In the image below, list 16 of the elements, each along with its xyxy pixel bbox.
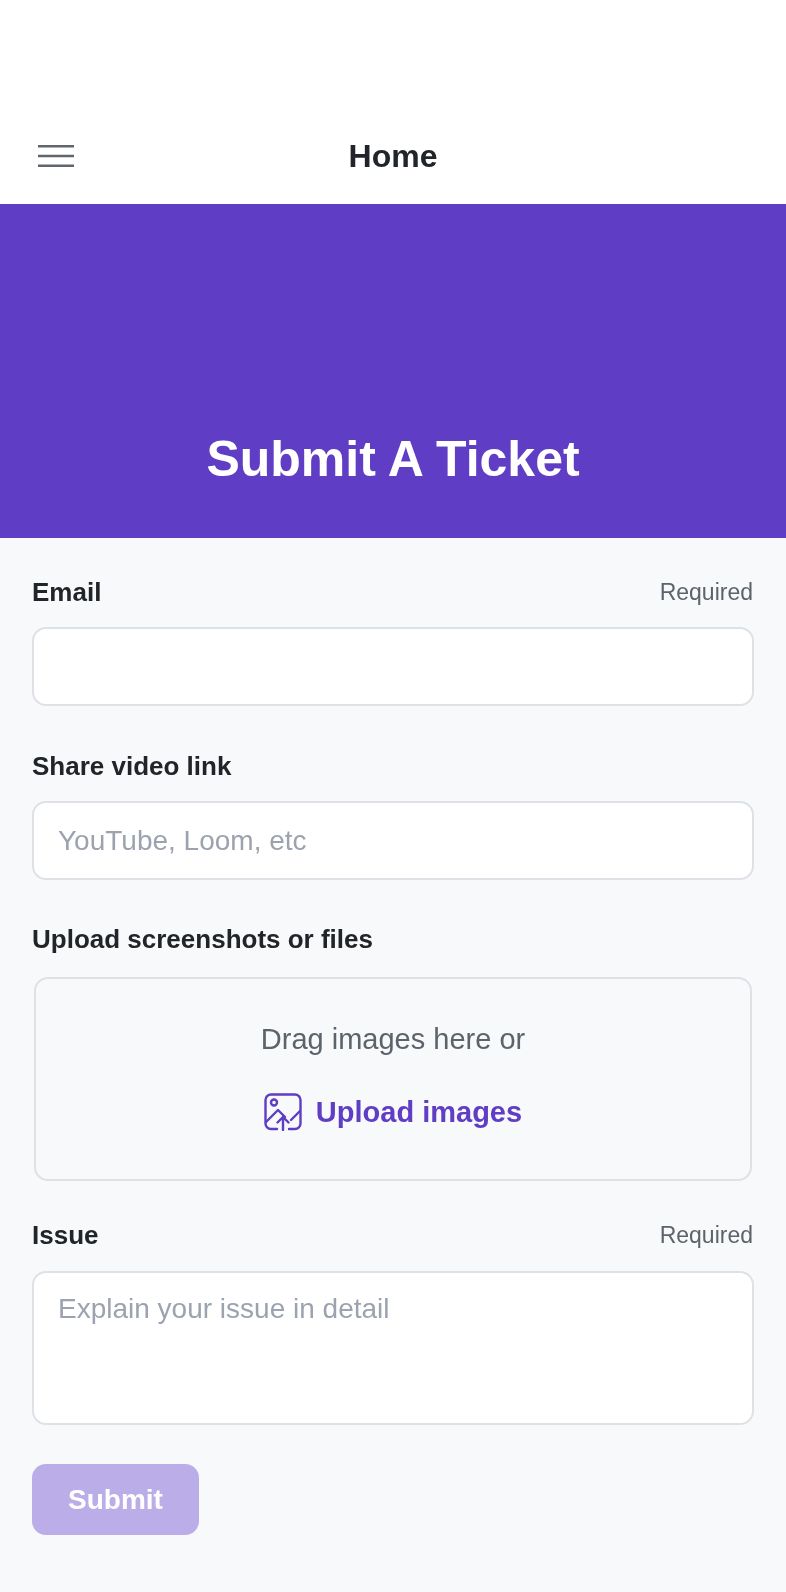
required-note: Required — [659, 1221, 754, 1250]
banner-title: Submit A Ticket — [206, 430, 580, 489]
required-note: Required — [659, 578, 754, 607]
field-label: Share video link — [32, 750, 232, 782]
menu-icon[interactable] — [38, 145, 74, 167]
input-field[interactable]: YouTube, Loom, etc — [32, 801, 754, 880]
upload-images-link[interactable]: Upload images — [263, 1093, 523, 1131]
image-upload-icon — [263, 1093, 302, 1131]
upload-dropzone[interactable]: Drag images here or Upload images — [34, 977, 752, 1181]
text-area[interactable]: Explain your issue in detail — [32, 1271, 754, 1425]
input-field[interactable] — [32, 627, 754, 706]
field-label: Email — [32, 576, 102, 608]
page-title: Home — [348, 137, 438, 176]
drop-prompt: Drag images here or — [260, 1022, 526, 1057]
field-label: Issue — [32, 1219, 99, 1251]
field-label: Upload screenshots or files — [32, 923, 373, 955]
